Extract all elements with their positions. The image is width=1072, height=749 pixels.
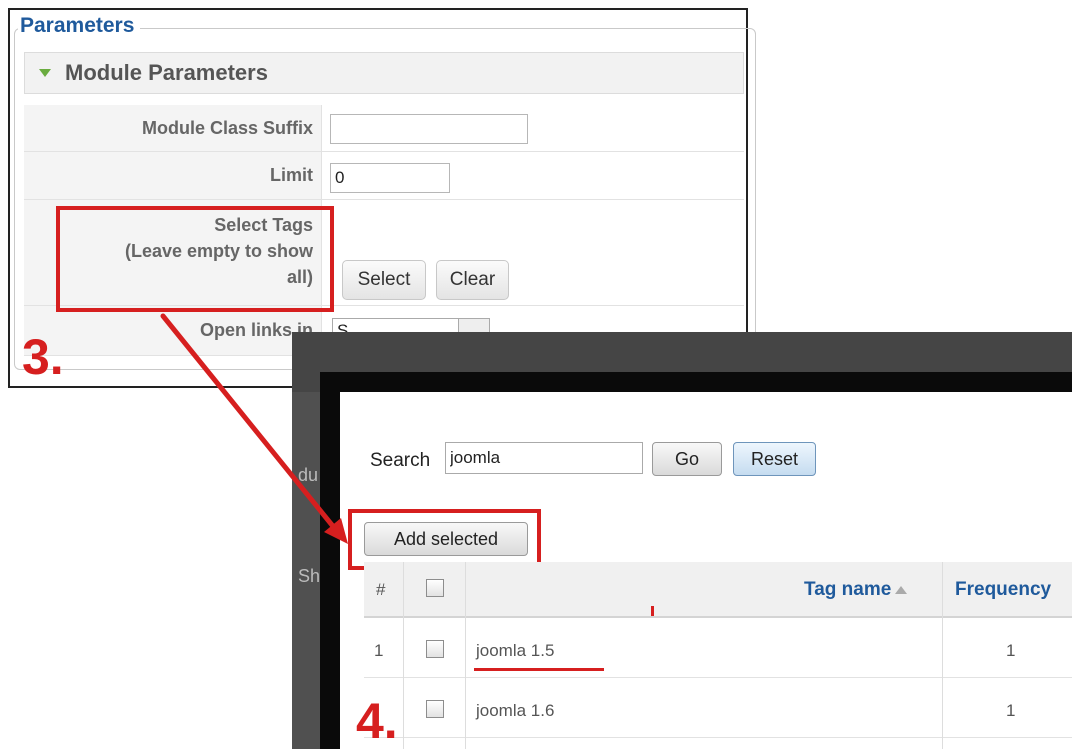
limit-label: Limit — [24, 152, 322, 199]
search-input[interactable] — [445, 442, 643, 474]
header-number: # — [376, 580, 386, 599]
module-class-suffix-label: Module Class Suffix — [24, 105, 322, 151]
select-tags-button[interactable]: Select — [342, 260, 426, 300]
module-parameters-header[interactable]: Module Parameters — [24, 52, 744, 94]
clear-tags-button[interactable]: Clear — [436, 260, 509, 300]
column-divider — [942, 562, 943, 749]
limit-input[interactable] — [330, 163, 450, 193]
tag-name-link[interactable]: joomla 1.6 — [476, 701, 554, 721]
header-tag-name-label: Tag name — [804, 579, 892, 600]
module-class-suffix-input[interactable] — [330, 114, 528, 144]
header-frequency[interactable]: Frequency — [955, 579, 1051, 601]
parameters-legend: Parameters — [18, 14, 141, 38]
background-partial-text: du — [298, 465, 319, 485]
select-all-checkbox[interactable] — [426, 579, 444, 597]
select-tags-highlight-box — [56, 206, 334, 312]
open-links-label: Open links in — [24, 306, 322, 355]
step-3-label: 3. — [22, 329, 64, 385]
sort-ascending-icon — [895, 585, 908, 594]
row-checkbox[interactable] — [426, 640, 444, 658]
reset-button[interactable]: Reset — [733, 442, 816, 476]
red-tick-mark — [651, 606, 654, 616]
tag-underline-annotation — [474, 668, 604, 671]
column-divider — [465, 562, 466, 749]
row-checkbox[interactable] — [426, 700, 444, 718]
row-frequency: 1 — [1006, 641, 1016, 660]
module-parameters-title: Module Parameters — [65, 60, 268, 85]
go-button[interactable]: Go — [652, 442, 722, 476]
row-number: 1 — [374, 641, 384, 660]
collapse-triangle-icon[interactable] — [39, 69, 51, 77]
table-row — [364, 678, 1072, 738]
column-divider — [403, 562, 404, 749]
row-frequency: 1 — [1006, 701, 1016, 720]
header-tag-name[interactable]: Tag name — [804, 579, 908, 601]
table-row — [364, 618, 1072, 678]
step-4-label: 4. — [356, 693, 398, 749]
add-selected-highlight-box — [348, 509, 541, 570]
search-label: Search — [370, 450, 431, 471]
tag-name-link[interactable]: joomla 1.5 — [476, 641, 554, 661]
background-partial-text: Sh — [298, 566, 321, 586]
